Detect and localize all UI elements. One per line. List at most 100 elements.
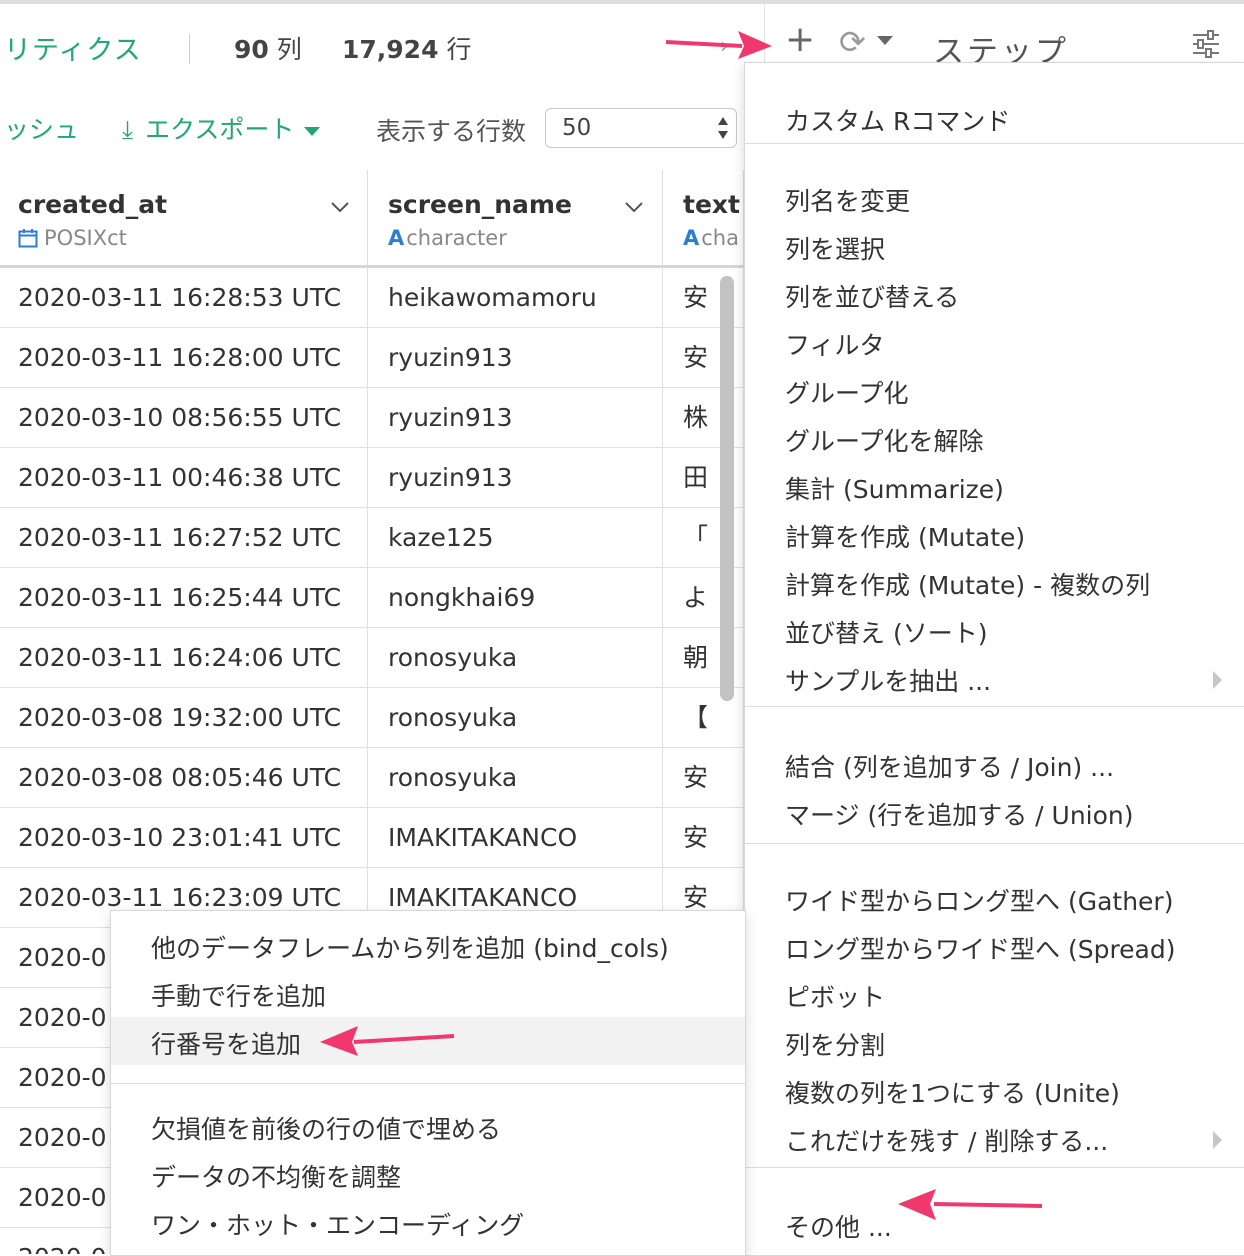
table-cell: 2020-03-11 16:27:52 UTC — [0, 508, 368, 568]
submenu-item[interactable]: 他のデータフレームから列を追加 (bind_cols) — [151, 929, 669, 965]
column-type-label: character — [406, 226, 507, 250]
submenu-item[interactable]: 行番号を追加 — [151, 1025, 301, 1061]
select-stepper-icon — [718, 117, 728, 139]
table-row[interactable]: 2020-03-11 16:28:53 UTC heikawomamoru 安 — [0, 268, 744, 328]
table-cell: ronosyuka — [368, 688, 663, 748]
column-name: text — [683, 190, 740, 219]
settings-sliders-icon[interactable] — [1191, 30, 1221, 58]
table-row[interactable]: 2020-03-11 16:24:06 UTC ronosyuka 朝 — [0, 628, 744, 688]
data-header: リティクス 90 列 17,924 行 › — [0, 4, 764, 87]
column-name: screen_name — [388, 190, 572, 219]
column-type: POSIXct — [18, 226, 127, 250]
menu-item[interactable]: 列を分割 — [785, 1026, 885, 1062]
table-cell: 2020-03-08 08:05:46 UTC — [0, 748, 368, 808]
column-name: created_at — [18, 190, 168, 219]
download-icon: ⤓ — [122, 115, 134, 144]
submenu-arrow-icon — [1213, 671, 1222, 689]
analytics-tab-label[interactable]: リティクス — [4, 28, 142, 67]
menu-item[interactable]: 並び替え (ソート) — [785, 614, 987, 650]
menu-item[interactable]: グループ化を解除 — [785, 422, 984, 458]
menu-item[interactable]: 列を並び替える — [785, 278, 959, 314]
submenu-item[interactable]: ワン・ホット・エンコーディング — [151, 1206, 524, 1242]
header-divider — [189, 34, 190, 64]
column-type-label: cha — [701, 226, 739, 250]
table-cell: 2020-03-11 00:46:38 UTC — [0, 448, 368, 508]
refresh-button[interactable]: ッシュ — [4, 110, 79, 146]
column-header-text[interactable]: text Acha — [663, 170, 744, 268]
grid-toolbar: ッシュ ⤓ エクスポート 表示する行数 50 — [0, 86, 744, 171]
table-cell: 2020-03-08 19:32:00 UTC — [0, 688, 368, 748]
table-cell: 2020-03-11 16:28:00 UTC — [0, 328, 368, 388]
menu-item[interactable]: 列を選択 — [785, 230, 885, 266]
table-cell: 2020-03-11 16:24:06 UTC — [0, 628, 368, 688]
column-type: Acharacter — [388, 226, 507, 250]
menu-item[interactable]: これだけを残す / 削除する... — [785, 1122, 1108, 1158]
collapse-chevron-icon[interactable]: › — [720, 34, 729, 59]
rows-to-show-label: 表示する行数 — [376, 117, 527, 146]
menu-divider — [745, 706, 1244, 707]
column-count-value: 90 — [234, 35, 269, 64]
table-row[interactable]: 2020-03-11 00:46:38 UTC ryuzin913 田 — [0, 448, 744, 508]
character-type-icon: A — [683, 226, 700, 250]
menu-item[interactable]: 列名を変更 — [785, 182, 910, 218]
table-row[interactable]: 2020-03-10 23:01:41 UTC IMAKITAKANCO 安 — [0, 808, 744, 868]
menu-item[interactable]: 複数の列を1つにする (Unite) — [785, 1074, 1120, 1110]
menu-item[interactable]: 結合 (列を追加する / Join) ... — [785, 748, 1114, 784]
add-step-menu: カスタム Rコマンド 列名を変更列を選択列を並び替える フィルタグループ化グループ化… — [744, 62, 1244, 1256]
row-count: 17,924 行 — [342, 30, 471, 66]
menu-item[interactable]: サンプルを抽出 ... — [785, 662, 991, 698]
menu-divider — [111, 1083, 745, 1084]
submenu-item[interactable]: 欠損値を前後の行の値で埋める — [151, 1110, 501, 1146]
column-count: 90 列 — [234, 30, 302, 66]
menu-item[interactable]: 集計 (Summarize) — [785, 470, 1004, 506]
table-cell: ryuzin913 — [368, 388, 663, 448]
table-cell: ryuzin913 — [368, 448, 663, 508]
export-caret-icon — [304, 126, 321, 136]
table-row[interactable]: 2020-03-11 16:28:00 UTC ryuzin913 安 — [0, 328, 744, 388]
column-header-screen-name[interactable]: screen_name Acharacter — [368, 170, 663, 268]
table-row[interactable]: 2020-03-11 16:27:52 UTC kaze125 「 — [0, 508, 744, 568]
menu-item[interactable]: 計算を作成 (Mutate) — [785, 518, 1025, 554]
export-label: エクスポート — [145, 115, 295, 144]
export-button[interactable]: ⤓ エクスポート — [122, 110, 321, 146]
column-type: Acha — [683, 226, 739, 250]
menu-item[interactable]: ピボット — [785, 978, 885, 1014]
table-row[interactable]: 2020-03-11 16:25:44 UTC nongkhai69 よ — [0, 568, 744, 628]
table-row[interactable]: 2020-03-08 19:32:00 UTC ronosyuka 【 — [0, 688, 744, 748]
row-count-value: 17,924 — [342, 35, 439, 64]
menu-item[interactable]: その他 ... — [785, 1208, 892, 1244]
column-header-created-at[interactable]: created_at POSIXct — [0, 170, 368, 268]
table-cell: 2020-03-10 23:01:41 UTC — [0, 808, 368, 868]
table-cell: 2020-03-11 16:28:53 UTC — [0, 268, 368, 328]
column-type-label: POSIXct — [44, 226, 127, 250]
rows-to-show-select[interactable]: 50 — [545, 108, 737, 148]
menu-item[interactable]: マージ (行を追加する / Union) — [785, 796, 1134, 832]
menu-item[interactable]: ロング型からワイド型へ (Spread) — [785, 930, 1176, 966]
menu-item[interactable]: グループ化 — [785, 374, 909, 410]
calendar-icon — [18, 229, 38, 248]
submenu-item[interactable]: データの不均衡を調整 — [151, 1158, 401, 1194]
refresh-icon[interactable]: ⟳ — [839, 26, 866, 58]
vertical-scrollbar[interactable] — [720, 276, 734, 701]
plus-icon[interactable]: + — [785, 22, 815, 58]
table-cell: 安 — [663, 748, 744, 808]
table-cell: ryuzin913 — [368, 328, 663, 388]
submenu-item[interactable]: 手動で行を追加 — [151, 977, 326, 1013]
refresh-dropdown-caret-icon[interactable] — [877, 36, 893, 45]
table-cell: ronosyuka — [368, 748, 663, 808]
menu-divider — [745, 843, 1244, 844]
chevron-down-icon[interactable] — [330, 200, 350, 214]
table-row[interactable]: 2020-03-10 08:56:55 UTC ryuzin913 株 — [0, 388, 744, 448]
submenu-arrow-icon — [1213, 1131, 1222, 1149]
table-cell: ronosyuka — [368, 628, 663, 688]
table-cell: 2020-03-10 08:56:55 UTC — [0, 388, 368, 448]
row-count-unit: 行 — [446, 35, 472, 64]
menu-item[interactable]: フィルタ — [785, 326, 885, 362]
table-cell: nongkhai69 — [368, 568, 663, 628]
table-row[interactable]: 2020-03-08 08:05:46 UTC ronosyuka 安 — [0, 748, 744, 808]
chevron-down-icon[interactable] — [624, 200, 644, 214]
menu-item[interactable]: 計算を作成 (Mutate) - 複数の列 — [785, 566, 1150, 602]
menu-item[interactable]: ワイド型からロング型へ (Gather) — [785, 882, 1173, 918]
table-cell: heikawomamoru — [368, 268, 663, 328]
menu-item[interactable]: カスタム Rコマンド — [785, 102, 1010, 138]
